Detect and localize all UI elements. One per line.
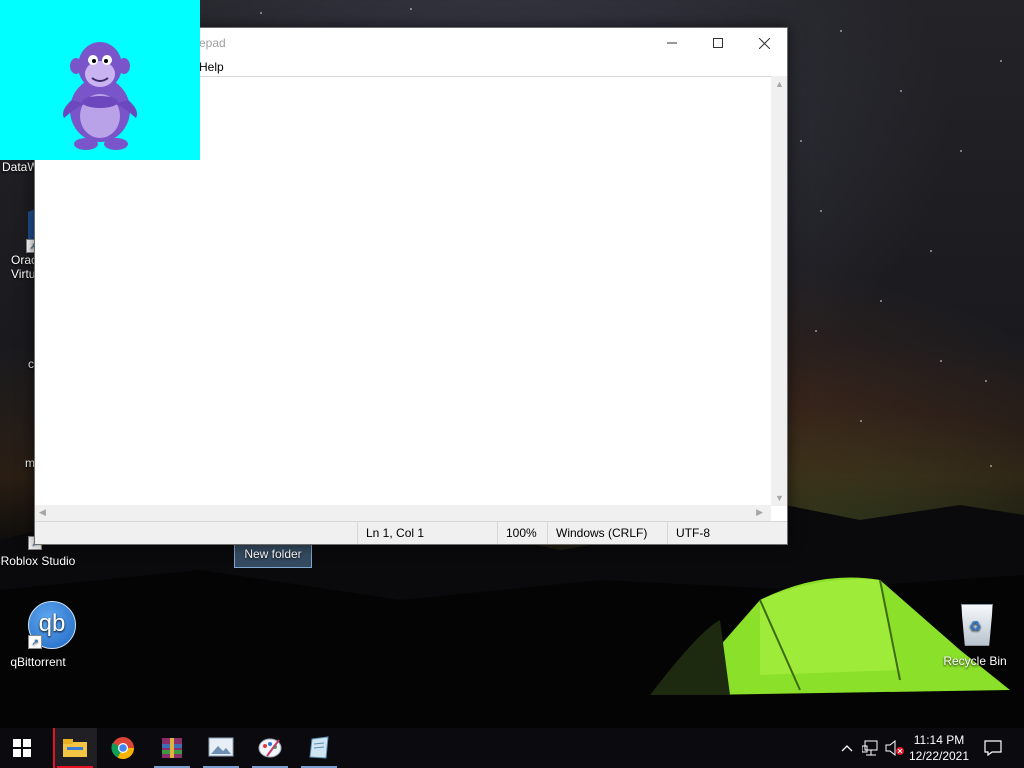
taskbar-chrome[interactable] [101, 728, 145, 768]
menu-help[interactable]: Help [199, 60, 224, 74]
qbittorrent-icon: qb ↗ [14, 601, 76, 649]
network-tray-button[interactable] [860, 728, 882, 768]
desktop-icon-recycle-bin[interactable]: ♻ Recycle Bin [937, 602, 1013, 668]
volume-muted-icon [885, 740, 904, 756]
status-encoding: UTF-8 [667, 522, 787, 544]
status-zoom: 100% [497, 522, 547, 544]
bonzi-buddy-overlay[interactable] [0, 0, 200, 160]
chevron-up-icon [841, 745, 853, 752]
minimize-button[interactable] [649, 28, 695, 58]
scroll-left-icon[interactable]: ◀ [39, 507, 46, 518]
start-button[interactable] [0, 728, 44, 768]
scroll-right-icon[interactable]: ▶ [756, 507, 763, 518]
minimize-icon [667, 42, 677, 44]
file-explorer-icon [63, 739, 87, 757]
paint-icon [258, 738, 282, 758]
action-center-button[interactable] [978, 728, 1008, 768]
network-icon [862, 740, 878, 756]
taskbar-notepad[interactable] [297, 728, 341, 768]
clock-time: 11:14 PM [913, 733, 965, 747]
bonzi-buddy-character [63, 42, 137, 150]
image-viewer-icon [208, 737, 234, 757]
scroll-down-icon[interactable]: ▼ [775, 493, 784, 503]
notification-icon [984, 740, 1002, 756]
system-clock[interactable]: 11:14 PM 12/22/2021 [904, 732, 974, 764]
vertical-scrollbar[interactable]: ▲ ▼ [771, 76, 787, 506]
status-position: Ln 1, Col 1 [357, 522, 497, 544]
taskbar-image-viewer[interactable] [199, 728, 243, 768]
recycle-bin-icon: ♻ [951, 602, 999, 650]
taskbar-paint[interactable] [248, 728, 292, 768]
close-icon [758, 37, 770, 49]
shortcut-arrow-icon: ↗ [28, 635, 42, 649]
notepad-icon [309, 736, 329, 759]
taskbar-file-explorer[interactable] [53, 728, 97, 768]
window-title: epad [199, 36, 226, 50]
close-button[interactable] [741, 28, 787, 58]
maximize-icon [713, 38, 723, 48]
volume-tray-button[interactable] [884, 728, 906, 768]
status-line-endings: Windows (CRLF) [547, 522, 667, 544]
show-hidden-icons-button[interactable] [838, 728, 856, 768]
scroll-up-icon[interactable]: ▲ [775, 79, 784, 89]
taskbar: 11:14 PM 12/22/2021 [0, 728, 1024, 768]
windows-start-icon [13, 739, 31, 757]
desktop-icon-qbittorrent[interactable]: qb ↗ qBittorrent [0, 601, 76, 669]
maximize-button[interactable] [695, 28, 741, 58]
winrar-icon [162, 738, 182, 758]
clock-date: 12/22/2021 [908, 749, 970, 763]
horizontal-scrollbar[interactable]: ◀ ▶ [35, 505, 771, 521]
chrome-icon [111, 737, 134, 759]
status-bar: Ln 1, Col 1 100% Windows (CRLF) UTF-8 [35, 521, 787, 544]
taskbar-winrar[interactable] [150, 728, 194, 768]
